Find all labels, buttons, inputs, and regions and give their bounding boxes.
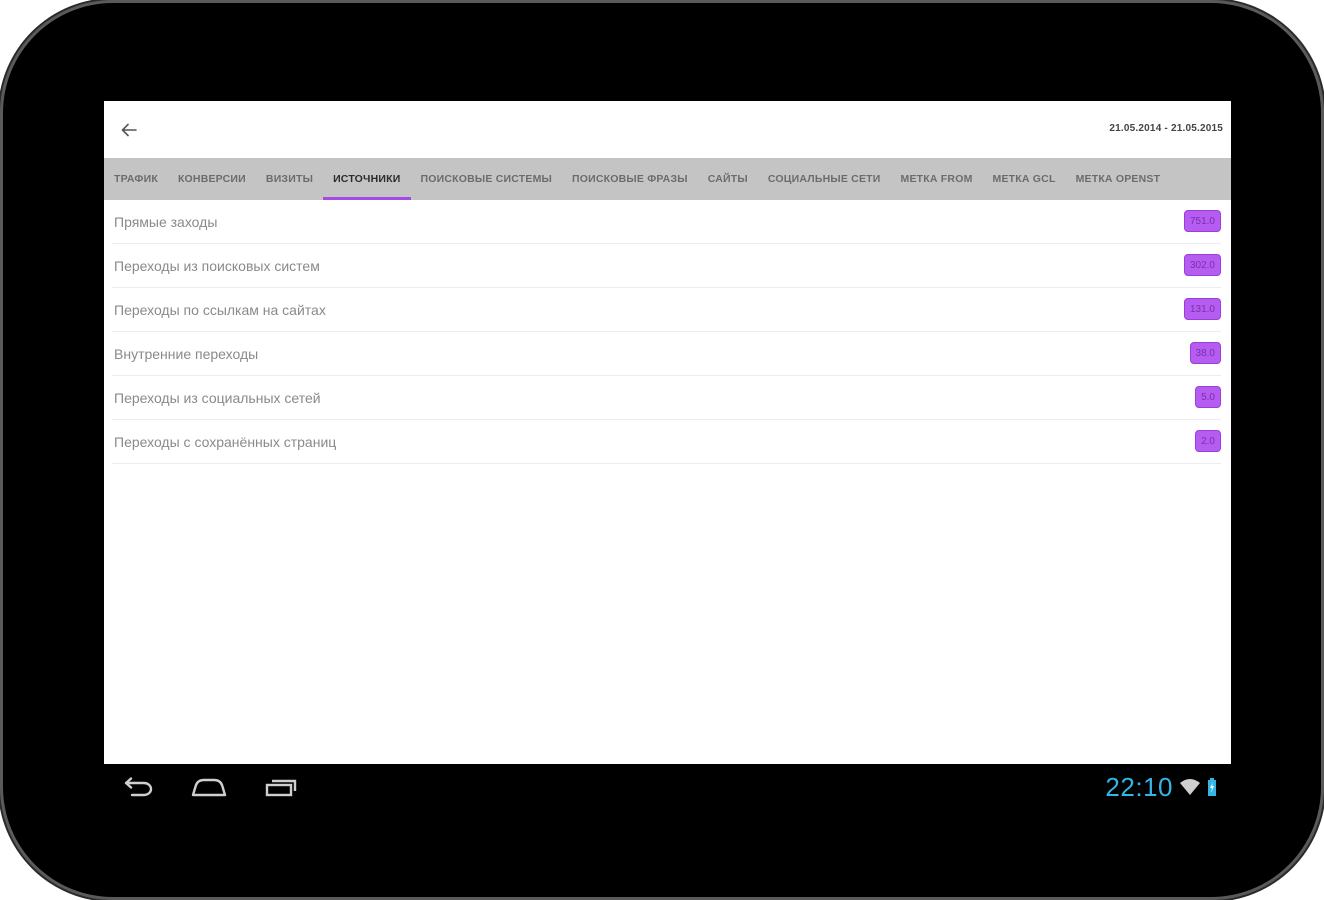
value-badge: 38.0 xyxy=(1189,342,1221,364)
tab-9[interactable]: МЕТКА GCL xyxy=(983,158,1066,200)
back-nav-icon xyxy=(124,777,153,797)
tab-1[interactable]: КОНВЕРСИИ xyxy=(168,158,256,200)
source-label: Внутренние переходы xyxy=(114,345,259,362)
value-badge: 5.0 xyxy=(1195,386,1221,408)
tab-10[interactable]: МЕТКА OPENST xyxy=(1066,158,1171,200)
home-icon xyxy=(191,778,227,797)
source-label: Переходы из социальных сетей xyxy=(114,389,321,406)
list-item[interactable]: Переходы из поисковых систем 302.0 xyxy=(112,244,1221,288)
value-badge: 131.0 xyxy=(1183,298,1221,320)
arrow-left-icon xyxy=(121,123,137,137)
tab-7[interactable]: СОЦИАЛЬНЫЕ СЕТИ xyxy=(758,158,891,200)
tablet-frame: 21.05.2014 - 21.05.2015 ТРАФИК КОНВЕРСИИ В… xyxy=(3,3,1321,897)
value-badge: 751.0 xyxy=(1183,210,1221,232)
tab-2[interactable]: ВИЗИТЫ xyxy=(256,158,323,200)
app-bar: 21.05.2014 - 21.05.2015 xyxy=(104,101,1231,158)
list-item[interactable]: Переходы из социальных сетей 5.0 xyxy=(112,376,1221,420)
wifi-icon xyxy=(1180,779,1200,795)
tab-6[interactable]: САЙТЫ xyxy=(698,158,758,200)
source-label: Прямые заходы xyxy=(114,213,218,230)
value-badge: 302.0 xyxy=(1183,254,1221,276)
source-label: Переходы из поисковых систем xyxy=(114,257,320,274)
status-area: 22:10 xyxy=(1105,771,1217,803)
system-nav-bar: 22:10 xyxy=(104,765,1231,809)
sources-list: Прямые заходы 751.0 Переходы из поисковых … xyxy=(104,200,1231,464)
home-button[interactable] xyxy=(184,771,234,803)
app-screen: 21.05.2014 - 21.05.2015 ТРАФИК КОНВЕРСИИ В… xyxy=(104,101,1231,764)
list-item[interactable]: Внутренние переходы 38.0 xyxy=(112,332,1221,376)
list-item[interactable]: Переходы по ссылкам на сайтах 131.0 xyxy=(112,288,1221,332)
recent-apps-icon xyxy=(265,779,297,797)
list-item[interactable]: Прямые заходы 751.0 xyxy=(112,200,1221,244)
system-back-button[interactable] xyxy=(114,771,164,803)
source-label: Переходы по ссылкам на сайтах xyxy=(114,301,326,318)
tab-bar: ТРАФИК КОНВЕРСИИ ВИЗИТЫ ИСТОЧНИКИ ПОИСКОВЫЕ … xyxy=(104,158,1231,200)
tab-3[interactable]: ИСТОЧНИКИ xyxy=(323,158,411,200)
clock: 22:10 xyxy=(1105,771,1173,802)
date-range[interactable]: 21.05.2014 - 21.05.2015 xyxy=(1109,123,1223,134)
battery-icon xyxy=(1208,778,1216,796)
list-item[interactable]: Переходы с сохранённых страниц 2.0 xyxy=(112,420,1221,464)
back-button[interactable] xyxy=(116,117,142,143)
recent-apps-button[interactable] xyxy=(256,771,306,803)
source-label: Переходы с сохранённых страниц xyxy=(114,433,337,450)
tab-8[interactable]: МЕТКА FROM xyxy=(891,158,983,200)
tab-0[interactable]: ТРАФИК xyxy=(104,158,168,200)
tab-4[interactable]: ПОИСКОВЫЕ СИСТЕМЫ xyxy=(411,158,563,200)
value-badge: 2.0 xyxy=(1195,430,1221,452)
tab-5[interactable]: ПОИСКОВЫЕ ФРАЗЫ xyxy=(562,158,698,200)
